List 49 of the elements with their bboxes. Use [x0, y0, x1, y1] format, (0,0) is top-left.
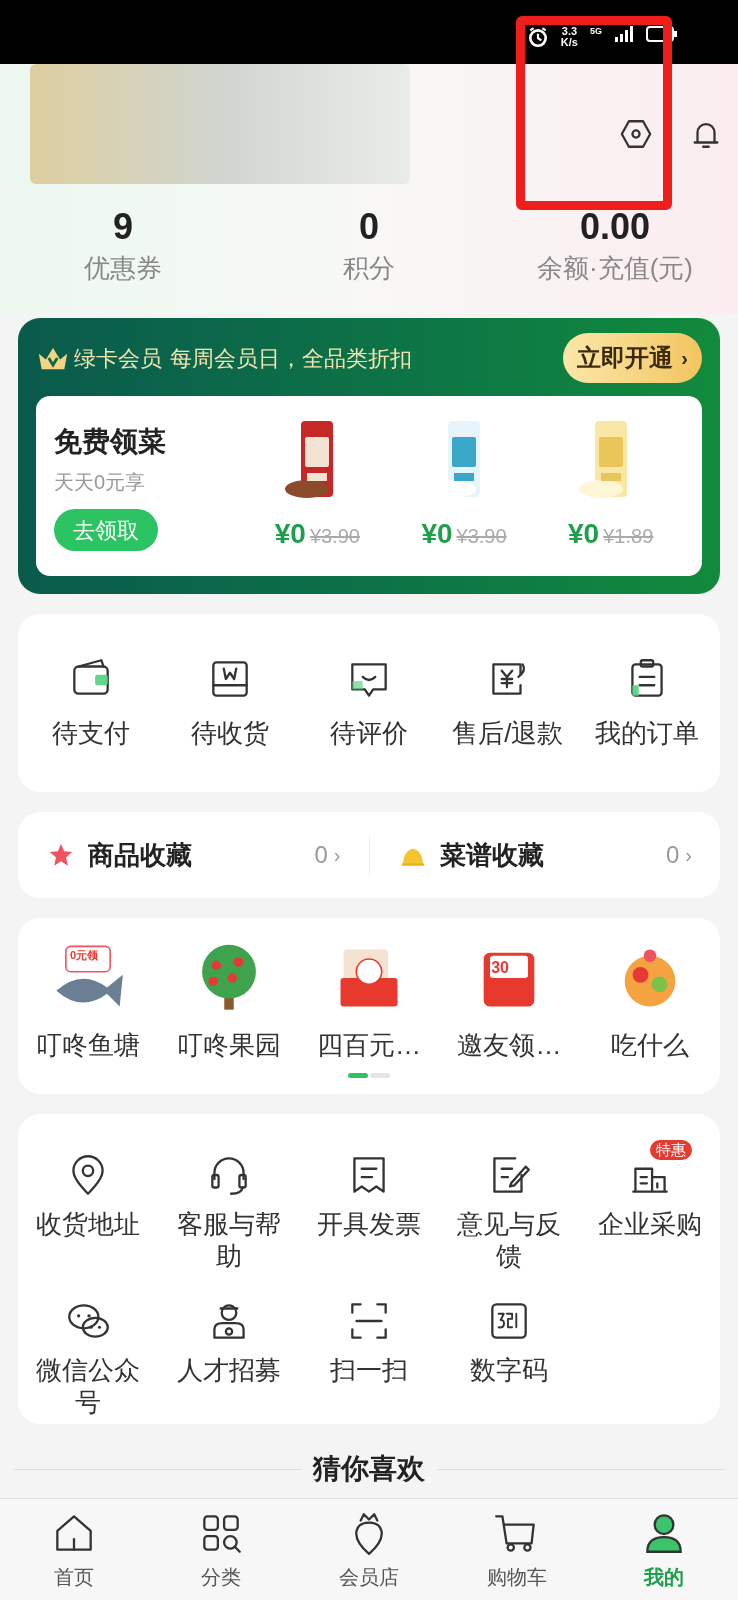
activity-button[interactable]: 30 邀友领… — [439, 940, 580, 1065]
stat-button[interactable]: 9 优惠券 — [0, 204, 246, 286]
order-button[interactable]: 待收货 — [160, 653, 300, 753]
order-button[interactable]: 售后/退款 — [438, 653, 578, 753]
original-price: ¥3.90 — [456, 524, 507, 549]
order-button[interactable]: 待评价 — [299, 653, 439, 753]
promo-title: 免费领菜 — [54, 425, 167, 459]
service-button[interactable]: 数字码 — [439, 1286, 580, 1418]
service-button[interactable]: 人才招募 — [158, 1286, 299, 1418]
signal-icon — [614, 26, 634, 42]
favorites-label: 菜谱收藏 — [439, 838, 544, 872]
service-button[interactable]: 收货地址 — [18, 1140, 159, 1272]
nav-tab[interactable]: 会员店 — [295, 1499, 443, 1600]
activity-button[interactable]: 吃什么 — [579, 940, 720, 1065]
section-title: 猜你喜欢 — [313, 1454, 425, 1484]
activity-button[interactable]: 0元领 叮咚鱼塘 — [18, 940, 159, 1065]
icon-label: 30 — [491, 960, 509, 976]
price: ¥0 — [568, 517, 600, 551]
service-button[interactable]: 意见与反馈 — [439, 1140, 580, 1272]
favorites-label: 商品收藏 — [88, 838, 192, 872]
membership-slogan: 每周会员日，全品类折扣 — [170, 344, 412, 373]
service-button[interactable]: 特惠 企业采购 — [579, 1140, 720, 1272]
network-speed: 3.3 K/s — [560, 26, 578, 48]
order-button[interactable]: 待支付 — [22, 653, 161, 753]
activate-button[interactable]: 立即开通 › — [563, 333, 702, 383]
settings-icon — [619, 117, 653, 151]
activity-button[interactable]: 叮咚果园 — [158, 940, 299, 1065]
service-button[interactable]: 扫一扫 — [298, 1286, 440, 1418]
badge: 特惠 — [649, 1140, 692, 1160]
price: ¥0 — [421, 517, 453, 551]
nav-tab[interactable]: 首页 — [0, 1499, 148, 1600]
nav-tab[interactable]: 购物车 — [442, 1499, 591, 1600]
order-button[interactable]: 我的订单 — [577, 653, 716, 753]
membership-title: 绿卡会员 — [74, 344, 162, 373]
original-price: ¥3.90 — [309, 524, 360, 549]
service-button[interactable]: 开具发票 — [298, 1140, 440, 1272]
stat-button[interactable]: 0.00 余额·充值(元) — [492, 204, 738, 286]
icon-label: 0元领 — [70, 950, 99, 961]
stat-button[interactable]: 0 积分 — [246, 204, 492, 286]
original-price: ¥1.89 — [603, 524, 654, 549]
network-type: 5G — [590, 26, 602, 36]
promo-subtitle: 天天0元享 — [54, 470, 147, 495]
activity-button[interactable]: 四百元… — [298, 940, 440, 1065]
nav-tab[interactable]: 分类 — [147, 1499, 296, 1600]
service-button[interactable]: 客服与帮助 — [158, 1140, 299, 1272]
price: ¥0 — [274, 517, 306, 551]
battery-icon — [646, 26, 678, 42]
alarm-clock-icon — [526, 26, 549, 48]
service-button[interactable]: 微信公众号 — [18, 1286, 159, 1418]
